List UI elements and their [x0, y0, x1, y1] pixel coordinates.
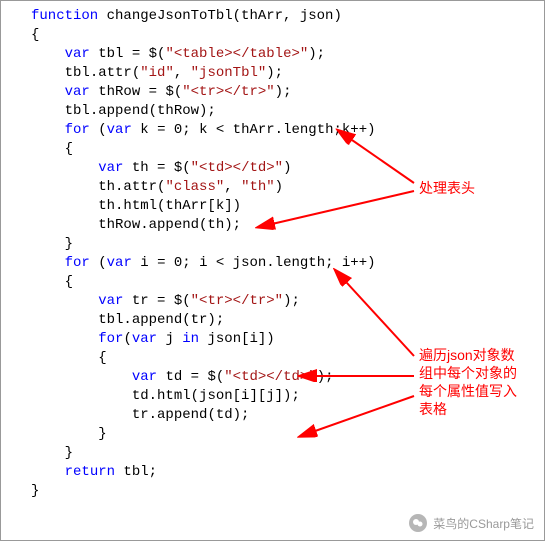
wechat-icon [409, 514, 427, 532]
arrow-overlay [1, 1, 545, 542]
watermark: 菜鸟的CSharp笔记 [409, 514, 534, 532]
watermark-text: 菜鸟的CSharp笔记 [433, 515, 534, 532]
